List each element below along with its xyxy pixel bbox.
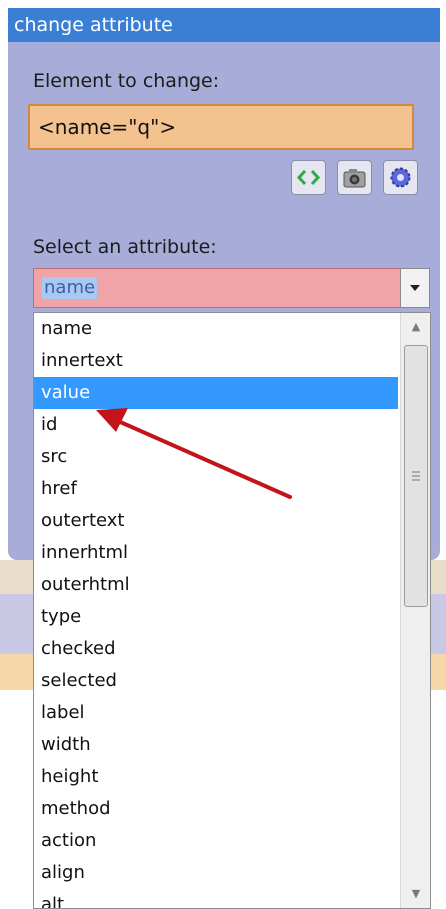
annotation-arrow-icon: [96, 408, 292, 499]
